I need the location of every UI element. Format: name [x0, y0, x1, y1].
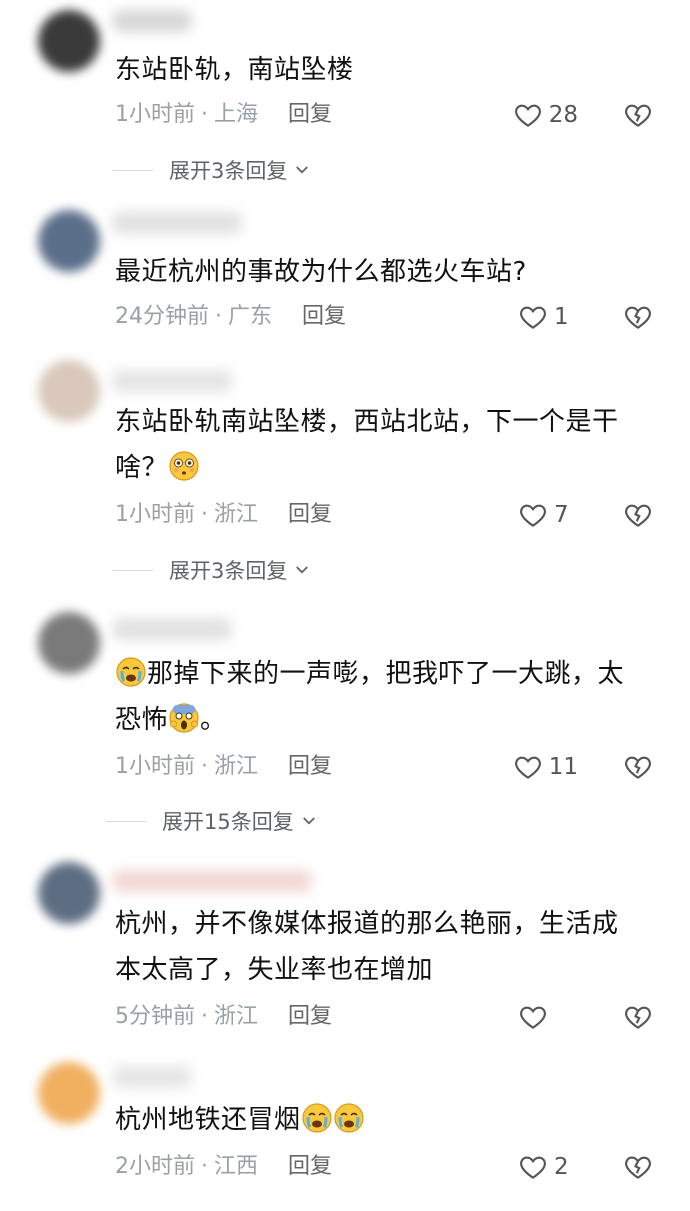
like-count: 28: [548, 102, 578, 128]
meta-separator: ·: [201, 1154, 208, 1179]
broken-heart-icon[interactable]: [623, 1152, 653, 1182]
like-count: 11: [548, 754, 578, 780]
comment-text: 东站卧轨，南站坠楼: [115, 55, 354, 85]
avatar[interactable]: [38, 10, 100, 72]
screaming-face-emoji: [169, 703, 199, 733]
broken-heart-icon[interactable]: [623, 1002, 653, 1032]
comment-text-line-2: 恐怖 。: [115, 700, 663, 740]
comment-meta: 1小时前 · 浙江 回复: [115, 752, 332, 782]
username-blurred: [112, 212, 242, 234]
comment-text-line-1: 那掉下来的一声嘭，把我吓了一大跳，太: [115, 654, 663, 694]
like-button[interactable]: [518, 1000, 578, 1034]
reply-button[interactable]: 回复: [288, 752, 332, 782]
comment-text-body: 杭州地铁还冒烟: [115, 1105, 301, 1135]
like-button[interactable]: 7: [518, 498, 578, 532]
heart-icon: [520, 1006, 546, 1029]
expand-replies-button[interactable]: 展开3条回复: [113, 155, 311, 185]
comment-meta: 5分钟前 · 浙江 回复: [115, 1002, 332, 1032]
like-button[interactable]: 2: [518, 1150, 578, 1184]
like-button[interactable]: 28: [513, 98, 578, 132]
comment-time: 24分钟前: [115, 304, 209, 329]
comment-text-line-2: 本太高了，失业率也在增加: [115, 955, 434, 985]
comment-location: 浙江: [214, 502, 259, 527]
like-count: 1: [554, 304, 569, 330]
broken-heart-icon[interactable]: [623, 100, 653, 130]
expand-replies-label: 展开3条回复: [169, 559, 288, 583]
expand-replies-label: 展开3条回复: [169, 159, 288, 183]
meta-separator: ·: [201, 1004, 208, 1029]
meta-separator: ·: [201, 502, 208, 527]
divider: [113, 169, 153, 171]
comment-location: 上海: [214, 102, 259, 127]
comment-text-line-1: 杭州，并不像媒体报道的那么艳丽，生活成: [115, 909, 619, 939]
meta-separator: ·: [215, 304, 222, 329]
chevron-down-icon: [296, 166, 309, 174]
reply-button[interactable]: 回复: [288, 100, 332, 130]
comment-time: 2小时前: [115, 1154, 195, 1179]
reply-button[interactable]: 回复: [288, 1002, 332, 1032]
comment-meta: 2小时前 · 江西 回复: [115, 1152, 332, 1182]
username-blurred: [112, 370, 232, 392]
comment-text: 那掉下来的一声嘭，把我吓了一大跳，太: [147, 659, 625, 689]
expand-replies-button[interactable]: 展开15条回复: [106, 806, 318, 836]
flushed-face-emoji: [169, 451, 199, 481]
comment-time: 1小时前: [115, 754, 195, 779]
heart-icon: [520, 306, 546, 329]
meta-separator: ·: [201, 754, 208, 779]
username-blurred: [112, 1066, 192, 1088]
avatar[interactable]: [38, 1062, 100, 1124]
username-blurred: [112, 618, 232, 640]
avatar[interactable]: [38, 862, 100, 924]
comment-time: 1小时前: [115, 102, 195, 127]
reply-button[interactable]: 回复: [288, 500, 332, 530]
like-button[interactable]: 1: [518, 300, 578, 334]
comment-text-line-2: 啥？: [115, 448, 663, 488]
comment-meta: 1小时前 · 上海 回复: [115, 100, 332, 130]
heart-icon: [520, 504, 546, 527]
divider: [106, 820, 146, 822]
comment-location: 浙江: [214, 754, 259, 779]
comment-location: 浙江: [214, 1004, 259, 1029]
comment-location: 江西: [214, 1154, 259, 1179]
comment-text: 杭州地铁还冒烟: [115, 1100, 663, 1140]
expand-replies-label: 展开15条回复: [162, 810, 294, 834]
comment-text-tail: 恐怖: [115, 705, 169, 735]
chevron-down-icon: [302, 817, 315, 825]
avatar[interactable]: [38, 210, 100, 272]
comment-text-punctuation: 。: [200, 705, 227, 735]
username-blurred: [112, 870, 312, 892]
heart-icon: [520, 1156, 546, 1179]
meta-separator: ·: [201, 102, 208, 127]
expand-replies-button[interactable]: 展开3条回复: [113, 555, 311, 585]
reply-button[interactable]: 回复: [288, 1152, 332, 1182]
comment-time: 1小时前: [115, 502, 195, 527]
comment-text-tail: 啥？: [115, 453, 169, 483]
comment-location: 广东: [228, 304, 273, 329]
broken-heart-icon[interactable]: [623, 302, 653, 332]
like-count: 7: [554, 502, 569, 528]
comment-time: 5分钟前: [115, 1004, 195, 1029]
broken-heart-icon[interactable]: [623, 752, 653, 782]
username-blurred: [112, 10, 192, 32]
divider: [113, 569, 153, 571]
comment-text: 最近杭州的事故为什么都选火车站?: [115, 257, 527, 287]
crying-face-emoji: [301, 1103, 332, 1133]
comment-text-line-1: 东站卧轨南站坠楼，西站北站，下一个是干: [115, 407, 619, 437]
comment-meta: 24分钟前 · 广东 回复: [115, 302, 346, 332]
reply-button[interactable]: 回复: [302, 302, 346, 332]
chevron-down-icon: [296, 566, 309, 574]
heart-icon: [514, 104, 541, 127]
heart-icon: [514, 756, 541, 779]
crying-face-emoji: [333, 1103, 364, 1133]
avatar[interactable]: [38, 612, 100, 674]
broken-heart-icon[interactable]: [623, 500, 653, 530]
like-count: 2: [554, 1154, 569, 1180]
comment-meta: 1小时前 · 浙江 回复: [115, 500, 332, 530]
avatar[interactable]: [38, 360, 100, 422]
crying-face-emoji: [116, 657, 146, 687]
like-button[interactable]: 11: [513, 750, 578, 784]
